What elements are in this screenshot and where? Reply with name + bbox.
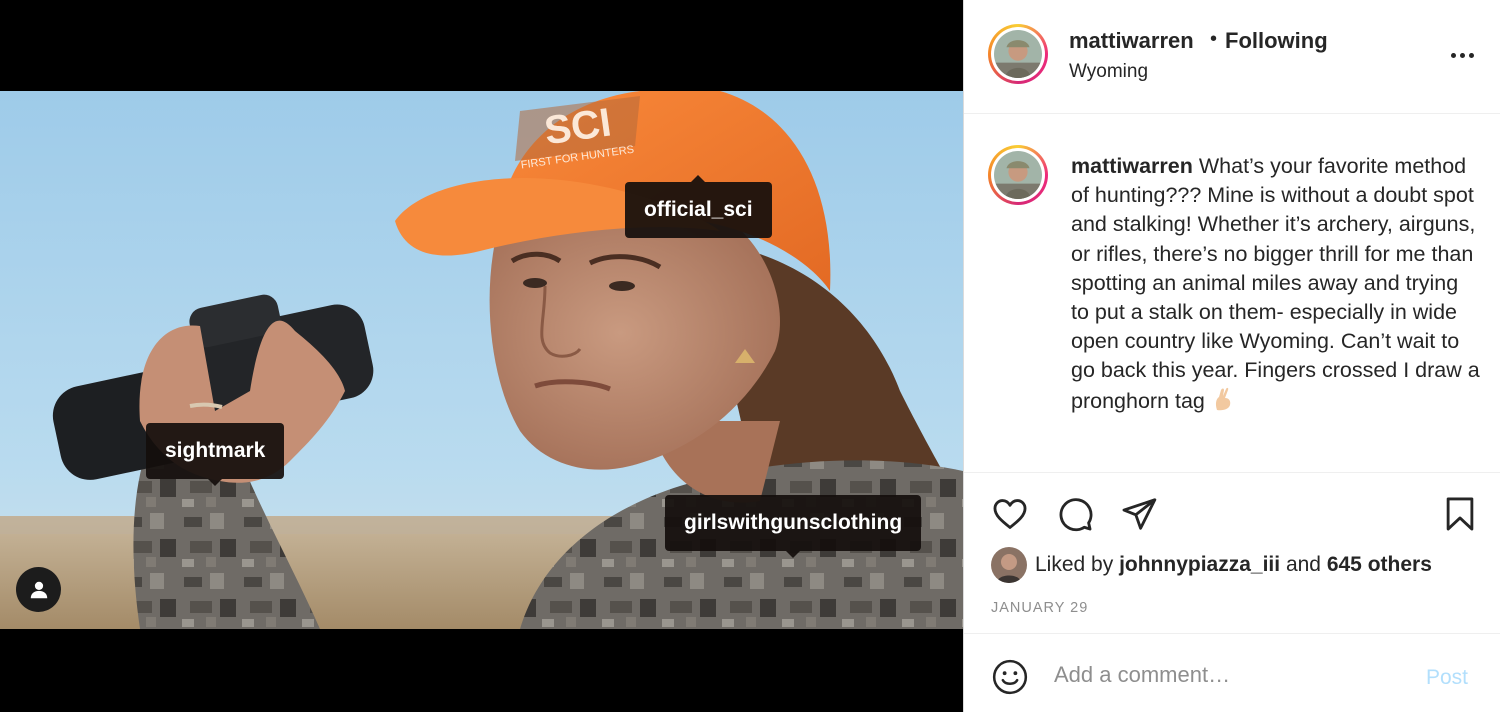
caption-username[interactable]: mattiwarren <box>1071 154 1193 178</box>
share-button[interactable] <box>1119 495 1159 533</box>
comment-icon <box>1059 498 1093 532</box>
person-icon <box>30 581 47 598</box>
post-header: mattiwarren • Following Wyoming <box>964 0 1500 114</box>
avatar-image <box>994 151 1042 199</box>
tag-sightmark[interactable]: sightmark <box>146 423 285 486</box>
likes-summary: Liked by johnnypiazza_iii and 645 others <box>991 547 1432 583</box>
author-avatar[interactable] <box>988 24 1048 84</box>
crossed-fingers-emoji <box>1215 387 1231 410</box>
like-button[interactable] <box>990 495 1030 533</box>
paper-plane-icon <box>1122 498 1157 530</box>
caption-avatar[interactable] <box>988 145 1048 205</box>
header-username[interactable]: mattiwarren <box>1069 28 1194 54</box>
smiley-icon <box>992 659 1028 695</box>
comment-input[interactable] <box>1054 656 1394 694</box>
following-button[interactable]: Following <box>1225 28 1328 54</box>
bookmark-icon <box>1446 497 1474 531</box>
post-location[interactable]: Wyoming <box>1069 61 1148 83</box>
more-horizontal-icon <box>1450 52 1456 58</box>
caption-text-block: mattiwarren What’s your favorite method … <box>1071 152 1481 416</box>
liker-avatar[interactable] <box>991 547 1027 583</box>
likes-count[interactable]: 645 others <box>1327 553 1432 577</box>
more-options-button[interactable] <box>1444 40 1480 70</box>
comment-button[interactable] <box>1055 495 1095 533</box>
comment-bar: Post <box>964 633 1500 712</box>
cap-logo-text: SCI <box>542 100 614 153</box>
post-sidebar: mattiwarren • Following Wyoming mattiwar… <box>963 0 1500 712</box>
post-date[interactable]: JANUARY 29 <box>991 600 1088 616</box>
likes-prefix: Liked by <box>1035 553 1114 576</box>
emoji-picker-button[interactable] <box>991 658 1029 696</box>
liker-username[interactable]: johnnypiazza_iii <box>1119 553 1280 577</box>
heart-icon <box>993 499 1027 529</box>
header-separator: • <box>1210 28 1218 50</box>
post-actions: Liked by johnnypiazza_iii and 645 others… <box>964 472 1500 712</box>
save-button[interactable] <box>1441 493 1479 535</box>
post-comment-button[interactable]: Post <box>1426 666 1468 690</box>
tagged-users-button[interactable] <box>16 567 61 612</box>
caption-body: What’s your favorite method of hunting??… <box>1071 154 1480 413</box>
instagram-post: SCI FIRST FOR HUNTERS official_sci sight… <box>0 0 1500 712</box>
post-caption: mattiwarren What’s your favorite method … <box>964 115 1500 471</box>
avatar-image <box>994 30 1042 78</box>
tag-girlswithgunsclothing[interactable]: girlswithgunsclothing <box>665 495 922 558</box>
likes-conjunction: and <box>1285 553 1321 576</box>
tag-official-sci[interactable]: official_sci <box>625 175 772 238</box>
post-media: SCI FIRST FOR HUNTERS official_sci sight… <box>0 0 963 712</box>
liker-avatar-image <box>991 547 1027 583</box>
